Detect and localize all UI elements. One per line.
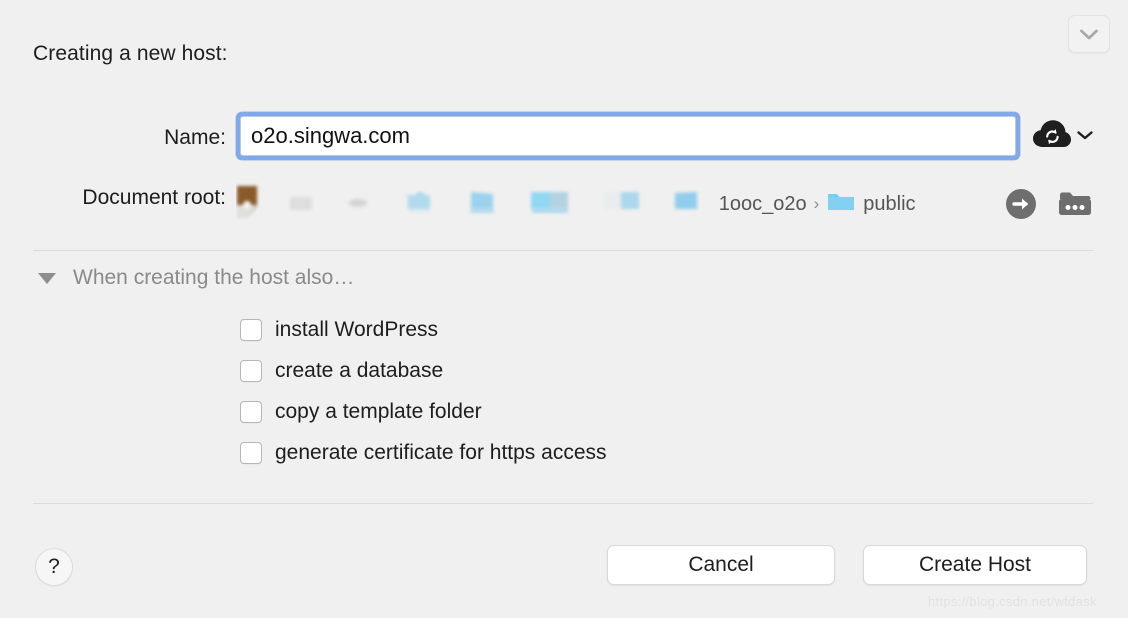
option-label: create a database (275, 359, 444, 382)
option-row[interactable]: install WordPress (240, 318, 607, 342)
folder-ellipsis-icon[interactable] (1055, 188, 1095, 225)
option-label: generate certificate for https access (275, 441, 607, 464)
breadcrumb-label: public (863, 192, 916, 215)
document-root-actions (1003, 186, 1095, 227)
breadcrumb-separator-spacer (707, 194, 712, 214)
checkbox-install-wordpress[interactable] (240, 319, 262, 341)
chevron-down-icon (1079, 28, 1099, 41)
breadcrumb-item[interactable]: public (826, 190, 916, 219)
document-icon (236, 185, 258, 224)
name-field-wrapper (236, 112, 1020, 160)
folder-icon (344, 191, 372, 218)
dialog-heading: Creating a new host: (33, 42, 228, 65)
document-root-label: Document root: (82, 186, 226, 209)
chevron-down-icon[interactable] (1076, 128, 1094, 146)
cloud-sync-icon[interactable] (1032, 118, 1072, 155)
divider-top (33, 250, 1093, 251)
create-host-dialog: Creating a new host: Name: Document root… (0, 0, 1128, 618)
folder-icon (826, 190, 856, 219)
cancel-button[interactable]: Cancel (607, 545, 835, 585)
host-options-list: install WordPress create a database copy… (240, 318, 607, 465)
breadcrumb-overflow-ghosts (236, 185, 700, 224)
folder-icon (466, 188, 498, 221)
name-input[interactable] (240, 116, 1016, 156)
checkbox-copy-template-folder[interactable] (240, 401, 262, 423)
disclosure-label: When creating the host also… (73, 266, 355, 289)
folder-icon (672, 188, 700, 221)
disclosure-toggle[interactable]: When creating the host also… (38, 266, 354, 290)
breadcrumb-item[interactable]: 1ooc_o2o (719, 193, 807, 216)
option-row[interactable]: copy a template folder (240, 400, 607, 424)
breadcrumb-separator: › (813, 194, 820, 213)
checkbox-generate-certificate[interactable] (240, 442, 262, 464)
triangle-down-icon (38, 272, 56, 284)
collapse-dialog-button[interactable] (1068, 15, 1110, 53)
folder-icon (602, 188, 642, 221)
watermark: https://blog.csdn.net/wtdask (928, 594, 1097, 609)
option-row[interactable]: generate certificate for https access (240, 441, 607, 465)
checkbox-create-database[interactable] (240, 360, 262, 382)
create-host-button[interactable]: Create Host (863, 545, 1087, 585)
option-row[interactable]: create a database (240, 359, 607, 383)
option-label: install WordPress (275, 318, 438, 341)
folder-icon (528, 188, 572, 221)
cloud-sync-control[interactable] (1032, 118, 1094, 155)
arrow-right-circle-icon[interactable] (1003, 186, 1039, 227)
divider-bottom (33, 503, 1093, 504)
folder-icon (402, 188, 436, 221)
name-label: Name: (164, 126, 226, 149)
help-button[interactable]: ? (35, 548, 73, 586)
breadcrumb-label: 1ooc_o2o (718, 192, 807, 215)
document-root-breadcrumb[interactable]: 1ooc_o2o › public (236, 178, 996, 230)
option-label: copy a template folder (275, 400, 482, 423)
folder-icon (288, 191, 314, 218)
